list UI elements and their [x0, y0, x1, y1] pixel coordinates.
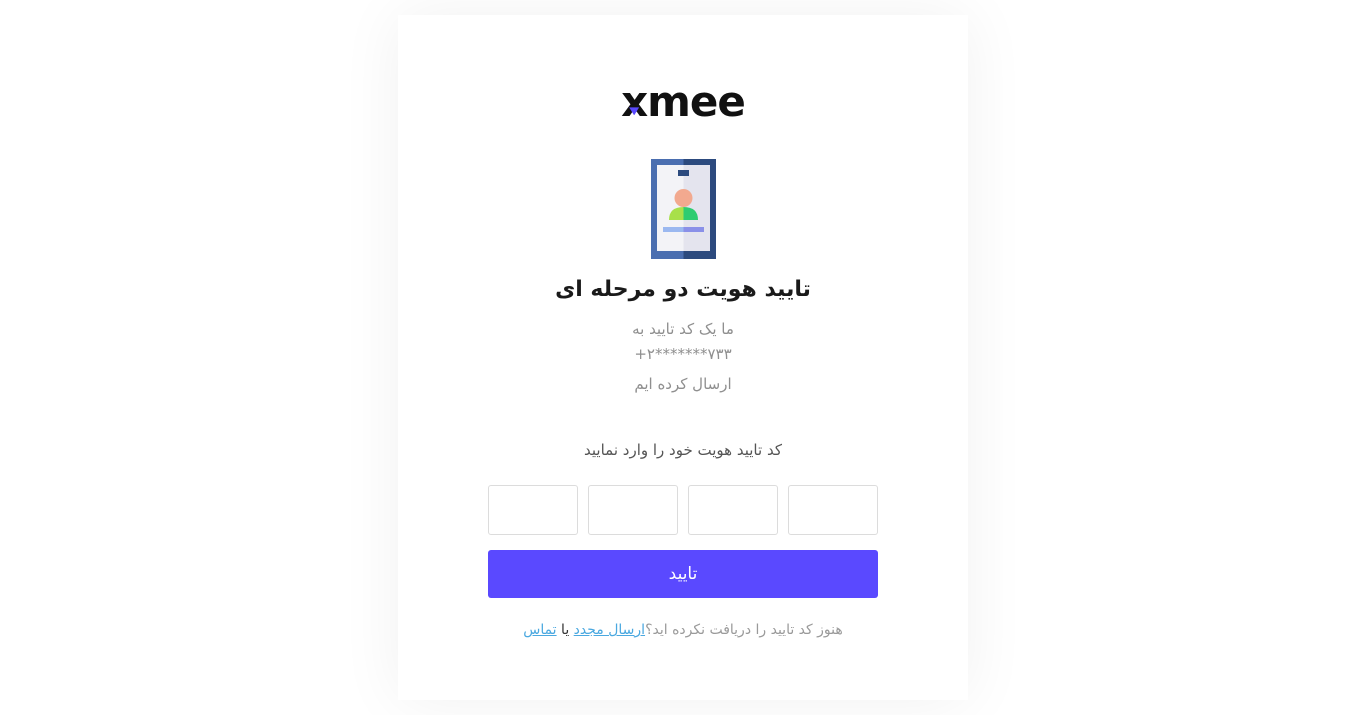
xmee-logo: x mee — [398, 77, 968, 126]
masked-phone-number: +۲*******۷۳۳ — [634, 345, 732, 363]
id-card-illustration-icon — [651, 159, 716, 259]
otp-digit-2[interactable] — [588, 485, 678, 535]
contact-link[interactable]: تماس — [523, 622, 556, 638]
logo-x: x — [621, 77, 648, 126]
page-title: تایید هویت دو مرحله ای — [555, 277, 811, 302]
otp-digit-4[interactable] — [788, 485, 878, 535]
resend-link[interactable]: ارسال مجدد — [574, 622, 645, 638]
or-text: یا — [561, 622, 570, 638]
otp-digit-1[interactable] — [488, 485, 578, 535]
code-input-label: کد تایید هویت خود را وارد نمایید — [584, 441, 782, 459]
description-line-1: ما یک کد تایید به — [632, 320, 734, 338]
verification-card: x mee تایید هویت دو مرحله ای ما یک کد تای… — [398, 15, 968, 700]
resend-question: هنوز کد تایید را دریافت نکرده اید؟ — [645, 622, 843, 638]
verify-button[interactable]: تایید — [488, 550, 878, 598]
logo-text: mee — [647, 77, 746, 126]
otp-digit-3[interactable] — [688, 485, 778, 535]
resend-footer: هنوز کد تایید را دریافت نکرده اید؟ارسال … — [398, 622, 968, 638]
description-line-3: ارسال کرده ایم — [634, 375, 732, 393]
